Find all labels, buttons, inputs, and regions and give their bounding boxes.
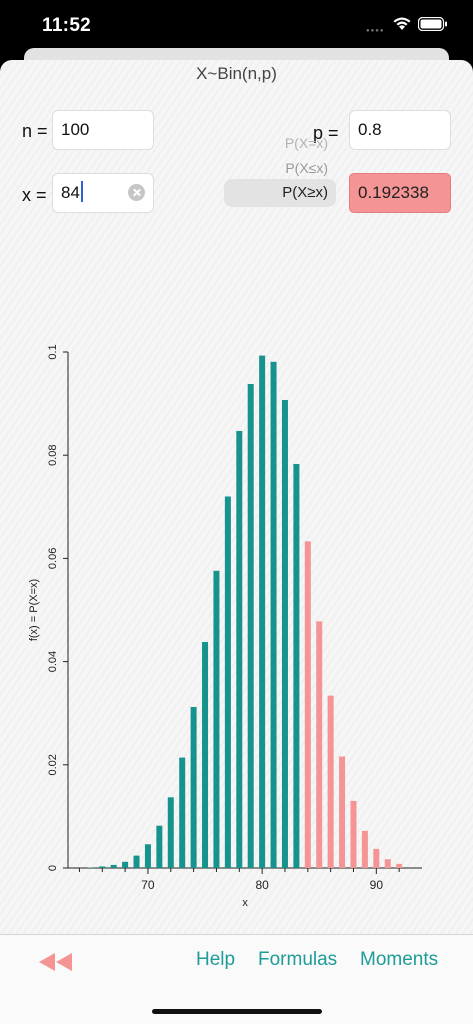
help-button[interactable]: Help xyxy=(196,949,235,971)
x-label: x = xyxy=(22,185,47,205)
x-tick-label: 90 xyxy=(370,878,384,892)
x-tick-label: 70 xyxy=(141,878,155,892)
bar xyxy=(202,641,209,868)
wifi-icon xyxy=(393,17,411,30)
bar-highlighted xyxy=(350,800,357,868)
bar xyxy=(110,864,117,868)
bar xyxy=(247,383,254,868)
pmf-bar-chart: 0 0.02 0.04 0.06 0.08 0.1 70 80 90 x f(x) = P(X=x) xyxy=(28,344,422,909)
text-cursor xyxy=(80,181,83,202)
x-input-value: 84 xyxy=(61,183,80,202)
bar xyxy=(236,430,243,868)
bar xyxy=(190,707,197,868)
bar-highlighted xyxy=(327,695,334,868)
cellular-signal-icon: ●●●● xyxy=(366,28,385,34)
p-input[interactable]: 0.8 xyxy=(349,110,451,150)
bar xyxy=(213,570,220,868)
formulas-button[interactable]: Formulas xyxy=(258,949,337,971)
bar-highlighted xyxy=(316,621,323,868)
n-input[interactable]: 100 xyxy=(52,110,154,150)
bar-highlighted xyxy=(361,830,368,868)
bar-highlighted xyxy=(373,848,380,868)
bar xyxy=(293,463,300,868)
bar-highlighted xyxy=(384,859,391,868)
bar xyxy=(144,844,151,868)
n-label: n = xyxy=(22,121,48,141)
y-tick-label: 0.08 xyxy=(47,444,59,465)
y-axis-label: f(x) = P(X=x) xyxy=(28,579,40,641)
bar xyxy=(224,496,231,868)
bar xyxy=(167,797,174,868)
calculator-sheet: X~Bin(n,p) n = 100 x = 84 p = 0.8 P(X=x)… xyxy=(0,60,473,1024)
bar-highlighted xyxy=(339,756,346,868)
bar xyxy=(179,757,186,868)
probability-type-picker[interactable]: P(X≥x) xyxy=(224,179,336,207)
bar xyxy=(156,825,163,868)
status-time: 11:52 xyxy=(42,15,92,36)
bar-highlighted xyxy=(396,863,403,868)
p-input-value: 0.8 xyxy=(358,120,382,139)
bar-highlighted xyxy=(304,541,311,868)
page-title: X~Bin(n,p) xyxy=(196,64,277,83)
y-tick-label: 0.04 xyxy=(47,651,59,672)
bar xyxy=(133,855,140,868)
y-tick-label: 0.1 xyxy=(47,344,59,359)
x-tick-label: 80 xyxy=(255,878,269,892)
y-tick-label: 0.06 xyxy=(47,548,59,569)
moments-button[interactable]: Moments xyxy=(360,949,438,971)
bar xyxy=(281,399,288,868)
home-indicator xyxy=(152,1009,322,1014)
bar xyxy=(270,361,277,868)
y-tick-label: 0 xyxy=(47,865,59,871)
n-input-value: 100 xyxy=(61,120,90,139)
bar xyxy=(87,867,94,868)
bar xyxy=(99,866,106,868)
picker-option-less-equal[interactable]: P(X≤x) xyxy=(218,160,328,176)
picker-selected-option: P(X≥x) xyxy=(282,184,328,201)
rewind-icon[interactable] xyxy=(38,951,74,973)
picker-option-equal[interactable]: P(X=x) xyxy=(218,135,328,151)
bottom-toolbar: Help Formulas Moments xyxy=(0,934,473,1024)
bar xyxy=(259,355,266,868)
battery-icon xyxy=(418,17,447,31)
probability-result: 0.192338 xyxy=(349,173,451,213)
y-tick-label: 0.02 xyxy=(47,754,59,775)
clear-x-icon[interactable] xyxy=(128,184,145,201)
bar xyxy=(122,861,129,868)
x-axis-label: x xyxy=(242,897,248,909)
